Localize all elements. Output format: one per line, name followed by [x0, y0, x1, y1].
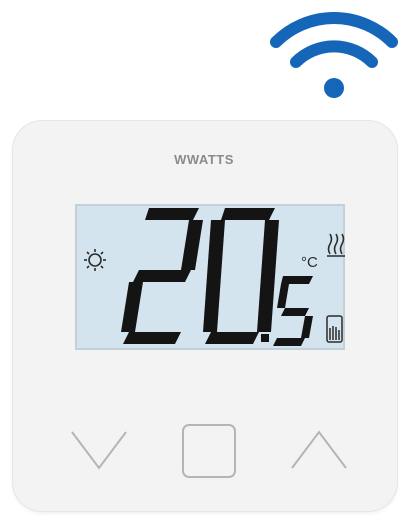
- lcd-display: 20.5: [75, 204, 345, 350]
- temperature-unit: °C: [301, 254, 318, 271]
- down-button[interactable]: [70, 428, 128, 472]
- up-button[interactable]: [290, 428, 348, 472]
- decimal-point: [261, 334, 269, 342]
- menu-button[interactable]: [181, 423, 237, 479]
- chevron-down-icon: [71, 431, 127, 470]
- digit-5: [273, 276, 313, 346]
- sun-icon: [84, 249, 106, 271]
- chevron-up-icon: [291, 430, 347, 469]
- digit-2: [121, 208, 203, 344]
- heating-waves-icon: [327, 233, 345, 257]
- hand-override-icon: [326, 315, 343, 343]
- digit-0: [203, 208, 279, 344]
- wifi-icon: [270, 11, 398, 98]
- brand-logo: WWATTS: [174, 152, 234, 167]
- square-menu-icon: [182, 424, 236, 478]
